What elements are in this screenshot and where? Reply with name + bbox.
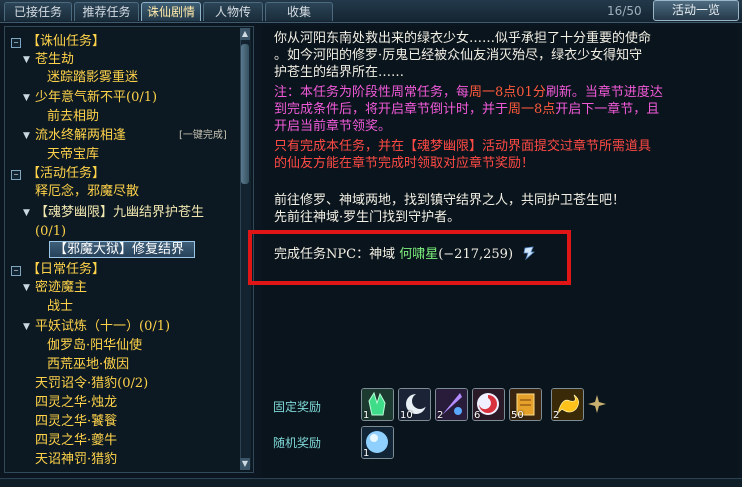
subgroup-mijing[interactable]: ▼ 密迹魔主 — [23, 279, 87, 297]
quest-item[interactable]: 战士 — [47, 298, 73, 316]
expand-triangle-icon: ▼ — [23, 55, 30, 65]
quest-tree-panel: − 【诛仙任务】 ▼ 苍生劫 迷踪踏影雾重迷 ▼ 少年意气新不平(0/1) 前去… — [4, 26, 254, 473]
quest-note-line: 开启当前章节领奖。 — [274, 119, 392, 134]
quest-progress: (0/1) — [35, 224, 67, 239]
red-swirl-icon[interactable]: 6 — [472, 388, 505, 421]
quest-item[interactable]: 天罚诏令·猎豹(0/2) — [35, 375, 148, 393]
scroll-up-arrow-icon[interactable]: ▲ — [240, 28, 250, 40]
quest-item[interactable]: 四灵之华·饕餮 — [35, 413, 117, 431]
quest-note-line: 注：本任务为阶段性周常任务，每周一8点01分刷新。当章节进度达 — [274, 85, 663, 100]
tab-character-biography[interactable]: 人物传 — [203, 2, 263, 21]
quest-item[interactable]: 四灵之华·夔牛 — [35, 432, 117, 450]
quest-item[interactable]: 前去相助 — [47, 108, 99, 126]
subgroup-pingyao[interactable]: ▼ 平妖试炼（十一）(0/1) — [23, 318, 170, 336]
quest-counter: 16/50 — [607, 4, 642, 18]
category-richang[interactable]: − 【日常任务】 — [11, 261, 105, 279]
expand-triangle-icon: ▼ — [23, 208, 30, 218]
subgroup-hunmeng[interactable]: ▼ 【魂梦幽限】九幽结界护苍生 — [23, 204, 204, 222]
one-click-complete-link[interactable]: [一键完成] — [179, 127, 227, 145]
activity-list-button[interactable]: 活动一览 — [653, 0, 739, 21]
category-huodong[interactable]: − 【活动任务】 — [11, 165, 105, 183]
tab-recommended-quests[interactable]: 推荐任务 — [74, 2, 139, 21]
expand-triangle-icon: ▼ — [23, 93, 30, 103]
collapse-icon[interactable]: − — [11, 266, 21, 276]
tab-accepted-quests[interactable]: 已接任务 — [4, 2, 72, 21]
fixed-reward-label: 固定奖励 — [273, 400, 322, 414]
quest-item[interactable]: 天帝宝库 — [47, 146, 99, 164]
category-zhuxian[interactable]: − 【诛仙任务】 — [11, 33, 105, 51]
quest-item[interactable]: 西荒巫地·傲因 — [47, 356, 129, 374]
random-reward-label: 随机奖励 — [273, 436, 322, 450]
scroll-thumb[interactable] — [241, 44, 249, 184]
golden-token-icon[interactable]: 50 — [509, 388, 542, 421]
tab-bar: 已接任务 推荐任务 诛仙剧情 人物传 收集 16/50 活动一览 — [0, 0, 742, 23]
quest-item[interactable]: 伽罗岛·阳华仙使 — [47, 337, 142, 355]
quest-goal-line: 先前往神域·罗生门找到守护者。 — [274, 210, 461, 225]
blue-pearl-icon[interactable]: 1 — [361, 426, 394, 459]
quest-warning-line: 只有完成本任务，并在【魂梦幽限】活动界面提交过章节所需道具 — [274, 139, 652, 154]
green-crystal-icon[interactable]: 1 — [361, 388, 394, 421]
moon-orb-icon[interactable]: 10 — [398, 388, 431, 421]
quest-item-selected[interactable]: 【邪魔大狱】修复结界 — [49, 241, 196, 259]
quest-note-line: 到完成条件后，将开启章节倒计时，并于周一8点开启下一章节，且 — [274, 102, 660, 117]
quest-goal-line: 前往修罗、神域两地，找到镇守结界之人，共同护卫苍生吧！ — [274, 193, 626, 208]
sparkle-icon — [588, 395, 606, 413]
subgroup-shaonian[interactable]: ▼ 少年意气新不平(0/1) — [23, 89, 157, 107]
quest-description-line: 。如今河阳的修罗·厉鬼已经被众仙友消灭殆尽，绿衣少女得知守 — [274, 48, 643, 63]
subgroup-cangshengjie[interactable]: ▼ 苍生劫 — [23, 51, 74, 69]
gold-dragon-icon[interactable]: 2 — [551, 388, 584, 421]
quest-description-line: 护苍生的结界所在…… — [274, 65, 405, 80]
purple-feather-icon[interactable]: 2 — [435, 388, 468, 421]
scroll-down-arrow-icon[interactable]: ▼ — [240, 458, 250, 470]
expand-triangle-icon: ▼ — [23, 322, 30, 332]
quest-warning-line: 的仙友方能在章节完成时领取对应章节奖励！ — [274, 156, 535, 171]
quest-item[interactable]: 迷踪踏影雾重迷 — [47, 69, 138, 87]
tab-zhuxian-story[interactable]: 诛仙剧情 — [141, 2, 201, 21]
quest-item[interactable]: 四灵之华·烛龙 — [35, 394, 117, 412]
subgroup-liushui[interactable]: ▼ 流水终解两相逢 [一键完成] — [23, 127, 248, 145]
quest-item[interactable]: 天诏神罚·猎豹 — [35, 451, 117, 469]
collapse-icon[interactable]: − — [11, 38, 21, 48]
expand-triangle-icon: ▼ — [23, 283, 30, 293]
npc-highlight-box — [248, 230, 571, 285]
expand-triangle-icon: ▼ — [23, 131, 30, 141]
collapse-icon[interactable]: − — [11, 170, 21, 180]
tab-collection[interactable]: 收集 — [265, 2, 333, 21]
quest-description-line: 你从河阳东南处救出来的绿衣少女……似乎承担了十分重要的使命 — [274, 31, 652, 46]
quest-item[interactable]: 释厄念，邪魔尽散 — [35, 183, 139, 201]
